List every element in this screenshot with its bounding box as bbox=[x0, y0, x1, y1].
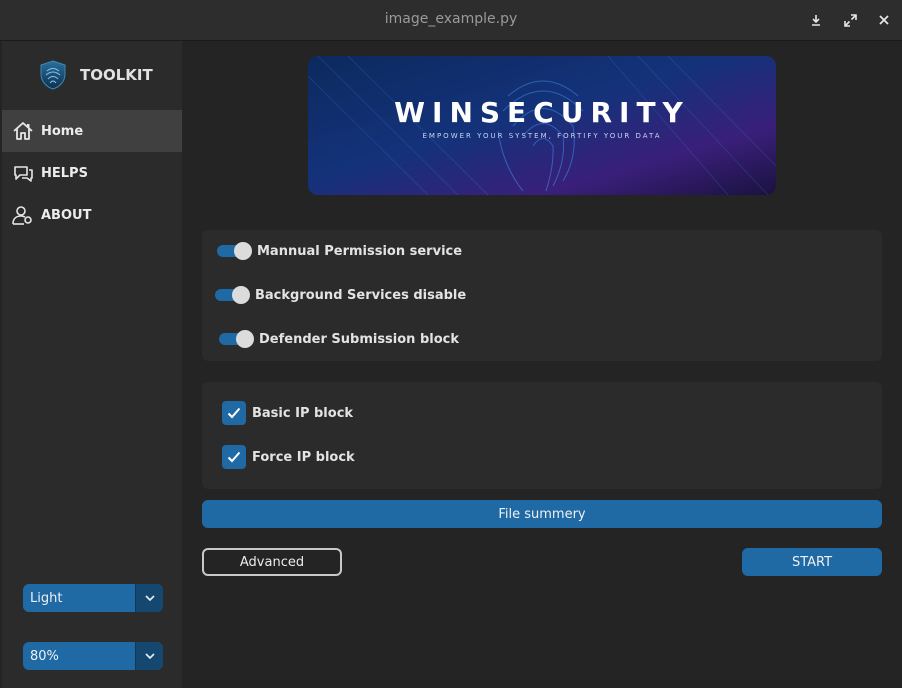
force-ip-block-checkbox[interactable]: Force IP block bbox=[222, 445, 355, 469]
chevron-down-icon[interactable] bbox=[135, 584, 163, 612]
banner-image: WINSECURITY EMPOWER YOUR SYSTEM, FORTIFY… bbox=[308, 56, 776, 195]
close-icon[interactable] bbox=[872, 8, 896, 32]
switch-label: Background Services disable bbox=[255, 287, 467, 303]
start-button[interactable]: START bbox=[742, 548, 882, 576]
title-bar: image_example.py bbox=[0, 0, 902, 41]
toggle-switch[interactable] bbox=[217, 242, 253, 260]
shield-icon bbox=[40, 60, 66, 90]
banner-title: WINSECURITY bbox=[394, 96, 690, 129]
sidebar-item-label: ABOUT bbox=[41, 207, 92, 223]
checkbox-label: Force IP block bbox=[252, 449, 355, 465]
chevron-down-icon[interactable] bbox=[135, 642, 163, 670]
sidebar: TOOLKIT Home HELPS ABOUT Light 80% bbox=[2, 41, 182, 688]
checkbox-panel: Basic IP block Force IP block bbox=[202, 382, 882, 489]
defender-submission-switch[interactable]: Defender Submission block bbox=[219, 330, 459, 348]
checkbox[interactable] bbox=[222, 401, 246, 425]
appearance-mode-value: Light bbox=[30, 590, 63, 606]
home-icon bbox=[12, 120, 34, 142]
checkbox[interactable] bbox=[222, 445, 246, 469]
switch-label: Mannual Permission service bbox=[257, 243, 463, 259]
toggle-switch[interactable] bbox=[219, 330, 255, 348]
manual-permission-switch[interactable]: Mannual Permission service bbox=[217, 242, 462, 260]
sidebar-item-label: Home bbox=[41, 123, 84, 139]
app-window: image_example.py TOOLKIT Home HELPS ABOU… bbox=[0, 0, 902, 688]
switch-panel: Mannual Permission service Background Se… bbox=[202, 230, 882, 361]
window-title: image_example.py bbox=[384, 11, 518, 27]
minimize-icon[interactable] bbox=[804, 8, 828, 32]
basic-ip-block-checkbox[interactable]: Basic IP block bbox=[222, 401, 353, 425]
app-logo: TOOLKIT bbox=[38, 59, 153, 91]
user-settings-icon bbox=[12, 204, 34, 226]
checkmark-icon bbox=[227, 451, 241, 463]
file-summary-button[interactable]: File summery bbox=[202, 500, 882, 528]
scaling-dropdown[interactable]: 80% bbox=[23, 642, 163, 670]
scaling-value: 80% bbox=[30, 648, 59, 664]
sidebar-item-about[interactable]: ABOUT bbox=[2, 194, 182, 236]
sidebar-item-helps[interactable]: HELPS bbox=[2, 152, 182, 194]
sidebar-item-label: HELPS bbox=[41, 165, 88, 181]
maximize-icon[interactable] bbox=[838, 8, 862, 32]
sidebar-item-home[interactable]: Home bbox=[2, 110, 182, 152]
checkbox-label: Basic IP block bbox=[252, 405, 354, 421]
logo-text: TOOLKIT bbox=[80, 66, 153, 84]
toggle-switch[interactable] bbox=[215, 286, 251, 304]
appearance-mode-dropdown[interactable]: Light bbox=[23, 584, 163, 612]
background-services-switch[interactable]: Background Services disable bbox=[215, 286, 466, 304]
chat-icon bbox=[12, 162, 34, 184]
switch-label: Defender Submission block bbox=[259, 331, 460, 347]
banner-subtitle: EMPOWER YOUR SYSTEM, FORTIFY YOUR DATA bbox=[422, 132, 662, 140]
advanced-button[interactable]: Advanced bbox=[202, 548, 342, 576]
checkmark-icon bbox=[227, 407, 241, 419]
